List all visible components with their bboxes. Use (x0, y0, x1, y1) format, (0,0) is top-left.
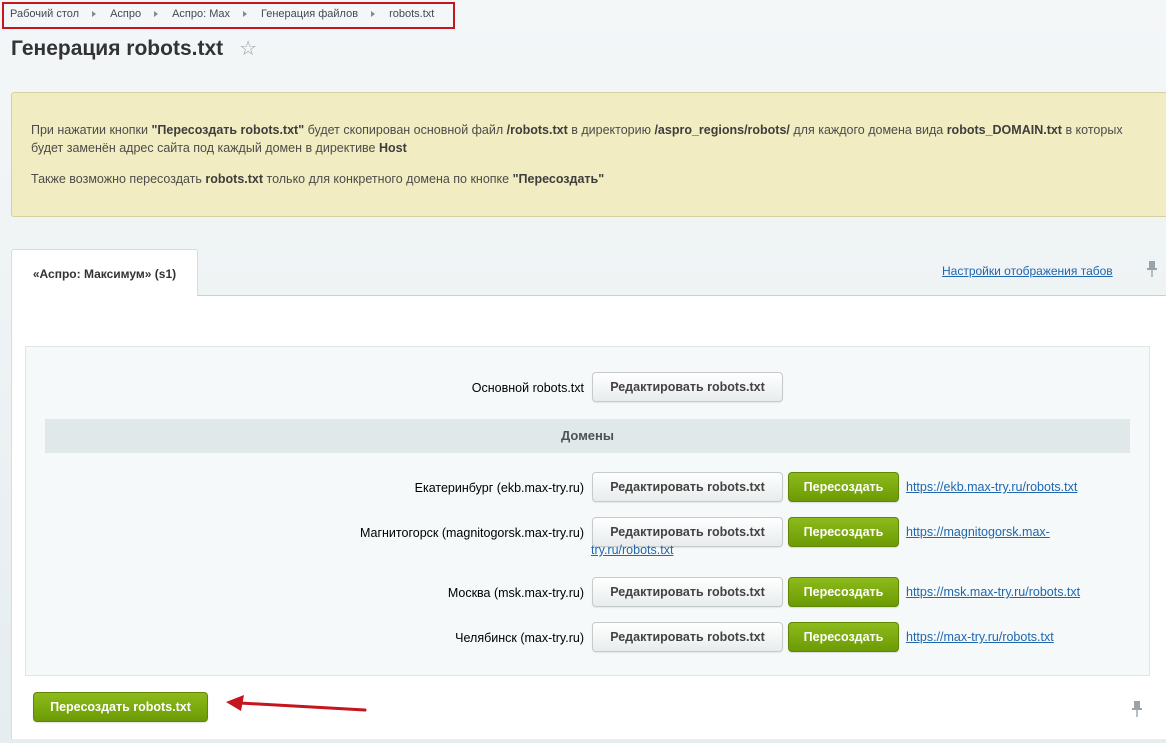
recreate-domain-robots-button[interactable]: Пересоздать (788, 622, 899, 652)
edit-main-robots-button[interactable]: Редактировать robots.txt (592, 372, 783, 402)
breadcrumb-separator-icon (243, 11, 248, 17)
notice-text: в директорию (567, 123, 655, 137)
recreate-domain-robots-button[interactable]: Пересоздать (788, 577, 899, 607)
edit-domain-robots-button[interactable]: Редактировать robots.txt (592, 577, 783, 607)
notice-text: только для конкретного домена по кнопке (263, 172, 513, 186)
recreate-all-robots-button[interactable]: Пересоздать robots.txt (33, 692, 208, 722)
breadcrumb-separator-icon (371, 11, 376, 17)
breadcrumb-item-robots[interactable]: robots.txt (389, 8, 434, 20)
notice-bold-text: Host (378, 141, 407, 155)
edit-domain-robots-button[interactable]: Редактировать robots.txt (592, 472, 783, 502)
notice-bold-text: /aspro_regions/robots/ (654, 123, 790, 137)
tabs-settings-link[interactable]: Настройки отображения табов (942, 264, 1113, 278)
main-robots-row: Основной robots.txt Редактировать robots… (26, 372, 1149, 404)
pin-icon[interactable] (1146, 260, 1158, 278)
domain-row: Москва (msk.max-try.ru) Редактировать rob… (26, 577, 1149, 609)
domain-label: Екатеринбург (ekb.max-try.ru) (414, 481, 584, 495)
breadcrumb-item-desktop[interactable]: Рабочий стол (10, 8, 79, 20)
settings-table: Основной robots.txt Редактировать robots… (25, 346, 1150, 676)
domain-label: Магнитогорск (magnitogorsk.max-try.ru) (359, 526, 584, 540)
domain-row: Челябинск (max-try.ru) Редактировать robo… (26, 622, 1149, 654)
domain-robots-link[interactable]: https://ekb.max-try.ru/robots.txt (906, 478, 1106, 496)
main-robots-label: Основной robots.txt (471, 381, 584, 395)
page-title: Генерация robots.txt ☆ (11, 37, 257, 61)
notice-paragraph-1: При нажатии кнопки "Пересоздать robots.t… (31, 121, 1152, 157)
domain-robots-link[interactable]: https://max-try.ru/robots.txt (906, 628, 1106, 646)
tab-aspro-maximum[interactable]: «Аспро: Максимум» (s1) (11, 249, 198, 297)
breadcrumb-item-file-generation[interactable]: Генерация файлов (261, 8, 358, 20)
domain-label: Москва (msk.max-try.ru) (447, 586, 584, 600)
domain-row: Екатеринбург (ekb.max-try.ru) Редактирова… (26, 472, 1149, 504)
domain-robots-link[interactable]: https://msk.max-try.ru/robots.txt (906, 583, 1106, 601)
notice-bold-text: robots_DOMAIN.txt (946, 123, 1062, 137)
breadcrumb-item-aspro[interactable]: Аспро (110, 8, 141, 20)
star-outline-icon[interactable]: ☆ (239, 39, 257, 59)
notice-bold-text: robots.txt (205, 172, 264, 186)
notice-paragraph-2: Также возможно пересоздать robots.txt то… (31, 170, 1152, 188)
notice-bold-text: "Пересоздать robots.txt" (151, 123, 305, 137)
notice-text: для каждого домена вида (789, 123, 947, 137)
notice-text: будет скопирован основной файл (304, 123, 507, 137)
domains-section-header: Домены (45, 419, 1130, 453)
info-notice: При нажатии кнопки "Пересоздать robots.t… (11, 92, 1166, 217)
breadcrumb-separator-icon (92, 11, 97, 17)
breadcrumb-item-aspro-max[interactable]: Аспро: Max (172, 8, 230, 20)
breadcrumb-separator-icon (154, 11, 159, 17)
tabs-bar: «Аспро: Максимум» (s1) Настройки отображ… (11, 249, 1166, 297)
notice-bold-text: "Пересоздать" (512, 172, 605, 186)
tab-content: Основной robots.txt Редактировать robots… (11, 296, 1166, 739)
edit-domain-robots-button[interactable]: Редактировать robots.txt (592, 622, 783, 652)
domain-label: Челябинск (max-try.ru) (455, 631, 584, 645)
notice-text: При нажатии кнопки (31, 123, 152, 137)
domain-robots-link[interactable]: https://magnitogorsk.max-try.ru/robots.t… (591, 523, 1111, 559)
recreate-domain-robots-button[interactable]: Пересоздать (788, 472, 899, 502)
pin-icon[interactable] (1131, 700, 1143, 718)
breadcrumb: Рабочий стол Аспро Аспро: Max Генерация … (0, 0, 455, 28)
notice-text: Также возможно пересоздать (31, 172, 206, 186)
notice-bold-text: /robots.txt (506, 123, 568, 137)
page-title-text: Генерация robots.txt (11, 37, 224, 60)
domain-row: Магнитогорск (magnitogorsk.max-try.ru) Ре… (26, 517, 1149, 557)
